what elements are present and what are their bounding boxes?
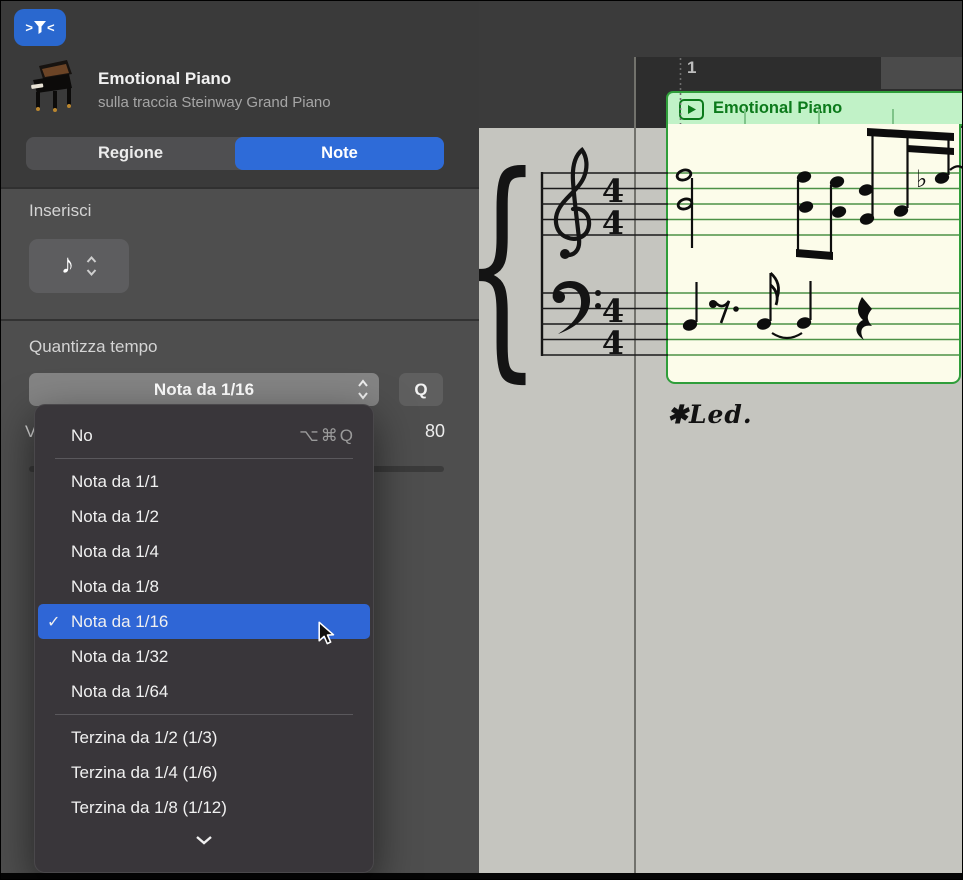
quantize-section-label: Quantizza tempo: [29, 337, 158, 357]
menu-item-terzina-1-4[interactable]: Terzina da 1/4 (1/6): [35, 755, 373, 790]
score-margin-line: [634, 57, 636, 873]
menu-item-nota-1-64[interactable]: Nota da 1/64: [35, 674, 373, 709]
eighth-note-icon: ♪: [61, 251, 75, 278]
region-body[interactable]: [666, 124, 961, 384]
velocity-value: 80: [405, 421, 445, 442]
menu-item-nota-1-1[interactable]: Nota da 1/1: [35, 464, 373, 499]
checkmark-icon: ✓: [47, 612, 60, 632]
menu-item-nota-1-8[interactable]: Nota da 1/8: [35, 569, 373, 604]
beat-tick: [818, 109, 820, 124]
region-title: Emotional Piano: [98, 69, 231, 89]
chevron-left-glyph: <: [47, 20, 55, 35]
menu-scroll-more[interactable]: [35, 827, 373, 853]
quantize-apply-button[interactable]: Q: [399, 373, 443, 406]
menu-item-terzina-1-2[interactable]: Terzina da 1/2 (1/3): [35, 720, 373, 755]
beat-tick: [744, 109, 746, 124]
region-name: Emotional Piano: [713, 99, 842, 118]
ruler-bar-number: 1: [687, 58, 696, 78]
track-subtitle: sulla traccia Steinway Grand Piano: [98, 94, 331, 111]
menu-item-nota-1-4[interactable]: Nota da 1/4: [35, 534, 373, 569]
menu-separator: [55, 458, 353, 459]
tab-note[interactable]: Note: [235, 137, 444, 170]
garageband-score-editor-window: 1 Emotional Piano {: [0, 0, 963, 880]
quantize-select[interactable]: Nota da 1/16: [29, 373, 379, 406]
inspector-tabbar: Regione Note: [26, 137, 444, 170]
menu-item-terzina-1-8[interactable]: Terzina da 1/8 (1/12): [35, 790, 373, 825]
window-bottom-border: [1, 873, 963, 880]
menu-item-nota-1-2[interactable]: Nota da 1/2: [35, 499, 373, 534]
menu-item-no[interactable]: No ⌥⌘Q: [35, 418, 373, 453]
select-chevrons-icon: [357, 379, 369, 400]
menu-shortcut: ⌥⌘Q: [299, 426, 355, 446]
insert-note-value-stepper[interactable]: ♪: [29, 239, 129, 293]
ruler-highlight-block: [881, 57, 963, 89]
region-play-icon[interactable]: [679, 99, 704, 120]
grand-piano-icon: [27, 58, 77, 114]
chevron-down-icon: [195, 835, 213, 845]
region-header[interactable]: Emotional Piano: [666, 91, 963, 126]
pedal-marking: ✱Led.: [667, 400, 753, 429]
insert-section-label: Inserisci: [29, 201, 91, 221]
stepper-chevrons-icon: [86, 256, 97, 276]
section-divider: [1, 319, 479, 321]
funnel-icon: [34, 21, 46, 34]
mouse-cursor-icon: [316, 621, 338, 647]
tab-regione[interactable]: Regione: [26, 137, 235, 170]
midi-filter-button[interactable]: > <: [14, 9, 66, 46]
chevron-right-glyph: >: [25, 20, 33, 35]
beat-tick: [892, 109, 894, 124]
quantize-selected-value: Nota da 1/16: [154, 380, 254, 400]
menu-separator: [55, 714, 353, 715]
